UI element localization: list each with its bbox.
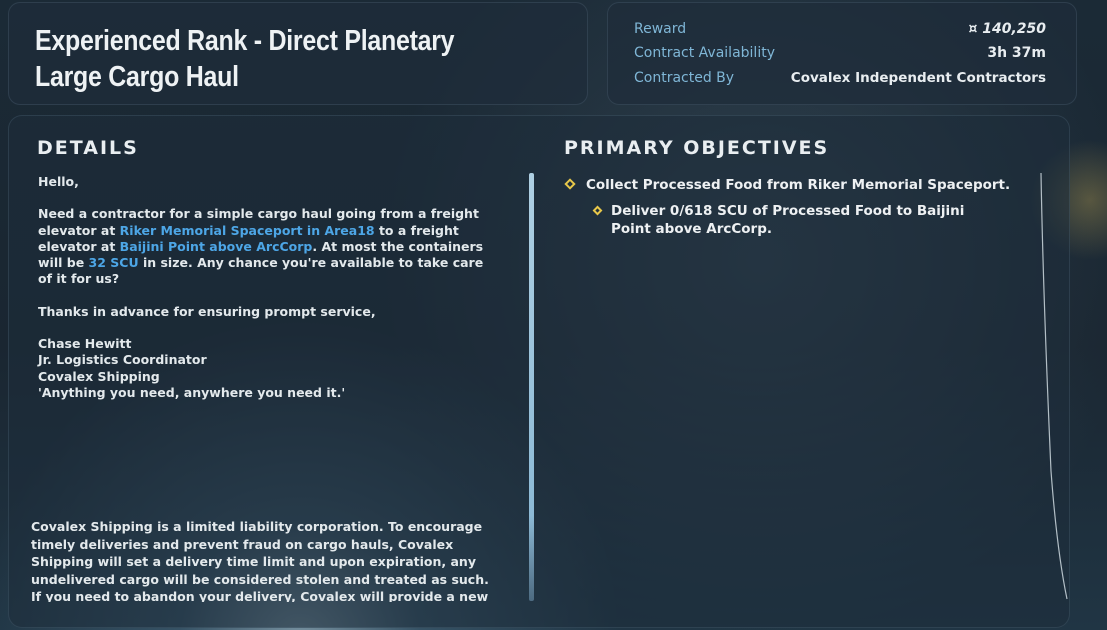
objectives-heading: PRIMARY OBJECTIVES (564, 137, 830, 159)
objective-text: Deliver 0/618 SCU of Processed Food to B… (611, 203, 965, 237)
contract-title-panel: Experienced Rank - Direct Planetary Larg… (8, 2, 588, 105)
location-link-riker: Riker Memorial Spaceport in Area18 (119, 222, 375, 238)
objective-item: Collect Processed Food from Riker Memori… (564, 176, 1036, 194)
objective-text: Collect Processed Food from Riker Memori… (586, 177, 1011, 193)
contracted-by-label: Contracted By (634, 70, 735, 86)
signature-name: Chase Hewitt (38, 336, 132, 352)
signature-role: Jr. Logistics Coordinator (38, 352, 207, 368)
contracted-by-value: Covalex Independent Contractors (790, 70, 1046, 86)
details-heading: DETAILS (37, 137, 139, 159)
container-size-highlight: 32 SCU (88, 255, 139, 271)
availability-value: 3h 37m (987, 45, 1046, 61)
diamond-icon (564, 178, 576, 190)
contracted-by-row: Contracted By Covalex Independent Contra… (634, 70, 1046, 92)
objectives-scroll-track[interactable] (1029, 171, 1069, 601)
reward-row: Reward ¤ 140,250 (634, 21, 1046, 43)
location-link-baijini: Baijini Point above ArcCorp (119, 238, 313, 254)
reward-label: Reward (634, 21, 687, 37)
greeting: Hello, (38, 174, 79, 189)
signature-motto: 'Anything you need, anywhere you need it… (38, 384, 346, 400)
availability-label: Contract Availability (634, 45, 775, 61)
details-body[interactable]: Hello, Need a contractor for a simple ca… (38, 174, 493, 401)
availability-row: Contract Availability 3h 37m (634, 45, 1046, 67)
contract-title: Experienced Rank - Direct Planetary Larg… (35, 25, 455, 93)
reward-value: ¤ 140,250 (968, 21, 1046, 37)
diamond-icon (592, 205, 603, 216)
signature-company: Covalex Shipping (38, 368, 160, 384)
disclaimer-text: Covalex Shipping is a limited liability … (31, 519, 489, 602)
sub-objective-item: Deliver 0/618 SCU of Processed Food to B… (592, 202, 984, 238)
details-paragraph: Need a contractor for a simple cargo hau… (38, 206, 493, 287)
contract-info-panel: Reward ¤ 140,250 Contract Availability 3… (607, 2, 1077, 105)
thanks-line: Thanks in advance for ensuring prompt se… (38, 303, 376, 319)
details-scrollbar[interactable] (529, 173, 534, 601)
contract-main-panel: DETAILS Hello, Need a contractor for a s… (8, 115, 1070, 628)
